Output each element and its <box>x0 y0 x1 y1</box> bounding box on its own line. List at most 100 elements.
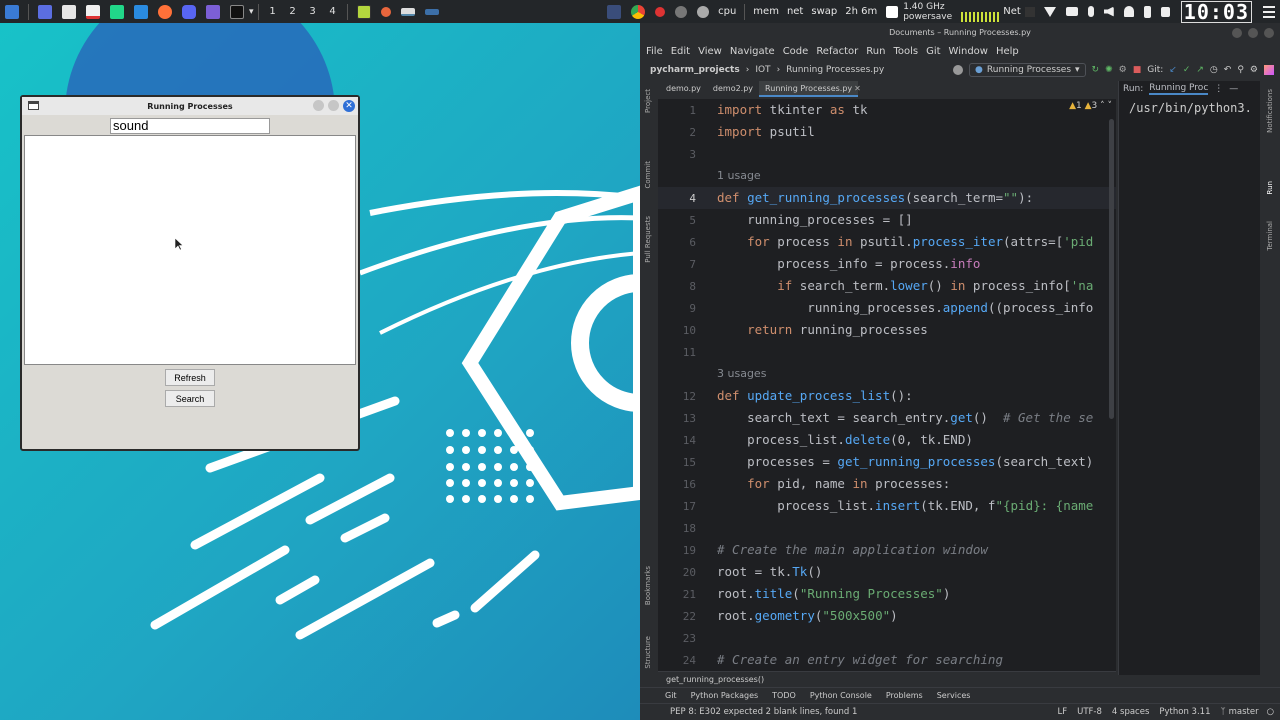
ide-maximize-icon[interactable] <box>1248 28 1258 38</box>
menu-file[interactable]: File <box>646 46 663 57</box>
todo-tool-tab[interactable]: TODO <box>772 691 796 700</box>
cpu-frequency-widget[interactable]: 1.40 GHz powersave <box>903 2 961 22</box>
mic-status-icon[interactable] <box>1087 6 1094 17</box>
task-terminal-icon[interactable] <box>424 8 439 15</box>
encoding[interactable]: UTF-8 <box>1077 707 1102 717</box>
tab-close-icon[interactable]: ✕ <box>854 81 861 97</box>
discord-icon[interactable] <box>182 4 196 19</box>
debug-icon[interactable]: ✺ <box>1105 65 1113 75</box>
git-branch[interactable]: master <box>1229 707 1259 717</box>
system-monitor-icon[interactable] <box>607 4 622 19</box>
tab-demo2[interactable]: demo2.py <box>707 81 759 97</box>
menu-refactor[interactable]: Refactor <box>816 46 858 57</box>
coverage-icon[interactable]: ⚙ <box>1119 65 1127 75</box>
task-firefox-icon[interactable] <box>380 6 391 17</box>
notifications-tool-tab[interactable]: Notifications <box>1266 89 1274 133</box>
pycharm-icon[interactable] <box>110 4 124 19</box>
firefox-icon[interactable] <box>158 4 172 19</box>
run-tool-tab[interactable]: Run <box>1266 181 1274 194</box>
structure-tool-tab[interactable]: Structure <box>644 636 652 669</box>
search-input[interactable]: sound <box>110 118 270 134</box>
notification-bell-icon[interactable] <box>1123 6 1134 17</box>
interpreter[interactable]: Python 3.11 <box>1159 707 1210 717</box>
battery-icon[interactable] <box>1143 5 1151 18</box>
microphone-icon[interactable] <box>655 6 666 17</box>
search-icon[interactable]: ⚲ <box>1237 65 1244 75</box>
tab-demo[interactable]: demo.py <box>660 81 707 97</box>
run-config-select[interactable]: ● Running Processes ▾ <box>969 63 1086 77</box>
code-breadcrumb[interactable]: get_running_processes() <box>658 671 1116 687</box>
task-pycharm-icon[interactable] <box>356 4 371 19</box>
history-icon[interactable]: ◷ <box>1210 65 1218 75</box>
git-push-icon[interactable]: ↗ <box>1196 65 1204 75</box>
breadcrumb-project[interactable]: pycharm_projects <box>650 65 740 75</box>
net-monitor[interactable]: net <box>783 6 807 17</box>
more-icon[interactable]: ⋮ <box>1214 84 1223 94</box>
window-icon[interactable] <box>886 5 899 18</box>
camera-icon[interactable] <box>1065 7 1078 16</box>
screen-capture-icon[interactable] <box>206 4 220 19</box>
git-commit-icon[interactable]: ✓ <box>1183 65 1191 75</box>
menu-navigate[interactable]: Navigate <box>730 46 775 57</box>
vscode-icon[interactable] <box>134 4 148 19</box>
problems-tool-tab[interactable]: Problems <box>886 691 923 700</box>
git-tool-tab[interactable]: Git <box>665 691 677 700</box>
services-tool-tab[interactable]: Services <box>937 691 971 700</box>
process-listbox[interactable] <box>24 135 356 365</box>
workspace-1[interactable]: 1 <box>263 6 283 17</box>
breadcrumb-file[interactable]: Running Processes.py <box>786 65 884 75</box>
menu-code[interactable]: Code <box>783 46 809 57</box>
wifi-icon[interactable] <box>1043 6 1056 17</box>
settings-icon[interactable] <box>675 5 688 18</box>
volume-icon[interactable] <box>1103 6 1114 17</box>
refresh-button[interactable]: Refresh <box>165 369 215 386</box>
breadcrumb-folder[interactable]: IOT <box>755 65 770 75</box>
python-console-tool-tab[interactable]: Python Console <box>810 691 872 700</box>
desktop-icon[interactable] <box>38 4 52 19</box>
menu-run[interactable]: Run <box>866 46 885 57</box>
menu-help[interactable]: Help <box>996 46 1019 57</box>
menu-view[interactable]: View <box>698 46 722 57</box>
workspace-4[interactable]: 4 <box>323 6 343 17</box>
menu-tools[interactable]: Tools <box>893 46 918 57</box>
file-manager-icon[interactable] <box>62 4 76 19</box>
status-message[interactable]: PEP 8: E302 expected 2 blank lines, foun… <box>670 707 857 717</box>
indent[interactable]: 4 spaces <box>1112 707 1149 717</box>
tk-title-bar[interactable]: Running Processes ✕ <box>22 97 358 115</box>
menu-window[interactable]: Window <box>949 46 988 57</box>
menu-icon[interactable] <box>1263 5 1275 18</box>
workspace-2[interactable]: 2 <box>283 6 303 17</box>
cpu-monitor[interactable]: cpu <box>714 6 740 17</box>
menu-git[interactable]: Git <box>926 46 940 57</box>
minimize-panel-icon[interactable]: — <box>1229 84 1238 94</box>
lock-icon[interactable] <box>1160 6 1170 17</box>
ide-close-icon[interactable] <box>1264 28 1274 38</box>
lock-icon[interactable]: ○ <box>1267 707 1274 717</box>
usage-hint[interactable]: 3 usages <box>658 363 1116 385</box>
close-icon[interactable]: ✕ <box>343 100 355 112</box>
tab-running-processes[interactable]: Running Processes.py <box>759 81 859 97</box>
app-launcher-icon[interactable] <box>5 4 19 19</box>
commit-tool-tab[interactable]: Commit <box>644 161 652 189</box>
jetbrains-logo-icon[interactable] <box>1264 65 1274 75</box>
network-widget[interactable]: Net <box>999 6 1025 17</box>
editor-scrollbar[interactable] <box>1109 119 1114 419</box>
minimize-icon[interactable] <box>313 100 324 111</box>
line-separator[interactable]: LF <box>1058 707 1068 717</box>
search-button[interactable]: Search <box>165 390 215 407</box>
clock[interactable]: 10:03 <box>1180 0 1252 23</box>
run-tab[interactable]: Running Proc <box>1149 83 1209 95</box>
pull-requests-tool-tab[interactable]: Pull Requests <box>644 216 652 263</box>
stop-icon[interactable]: ■ <box>1133 65 1142 75</box>
project-tool-tab[interactable]: Project <box>644 89 652 113</box>
usage-hint[interactable]: 1 usage <box>658 165 1116 187</box>
rerun-icon[interactable]: ↻ <box>1092 65 1100 75</box>
update-icon[interactable] <box>697 5 710 18</box>
maximize-icon[interactable] <box>328 100 339 111</box>
git-update-icon[interactable]: ↙ <box>1169 65 1177 75</box>
menu-edit[interactable]: Edit <box>671 46 690 57</box>
rollback-icon[interactable]: ↶ <box>1224 65 1232 75</box>
chevron-down-icon[interactable]: ▾ <box>249 7 254 17</box>
bookmarks-tool-tab[interactable]: Bookmarks <box>644 566 652 605</box>
code-editor[interactable]: ▲1 ▲3 ˄ ˅ 1 import tkinter as tk 2 import … <box>658 99 1116 671</box>
